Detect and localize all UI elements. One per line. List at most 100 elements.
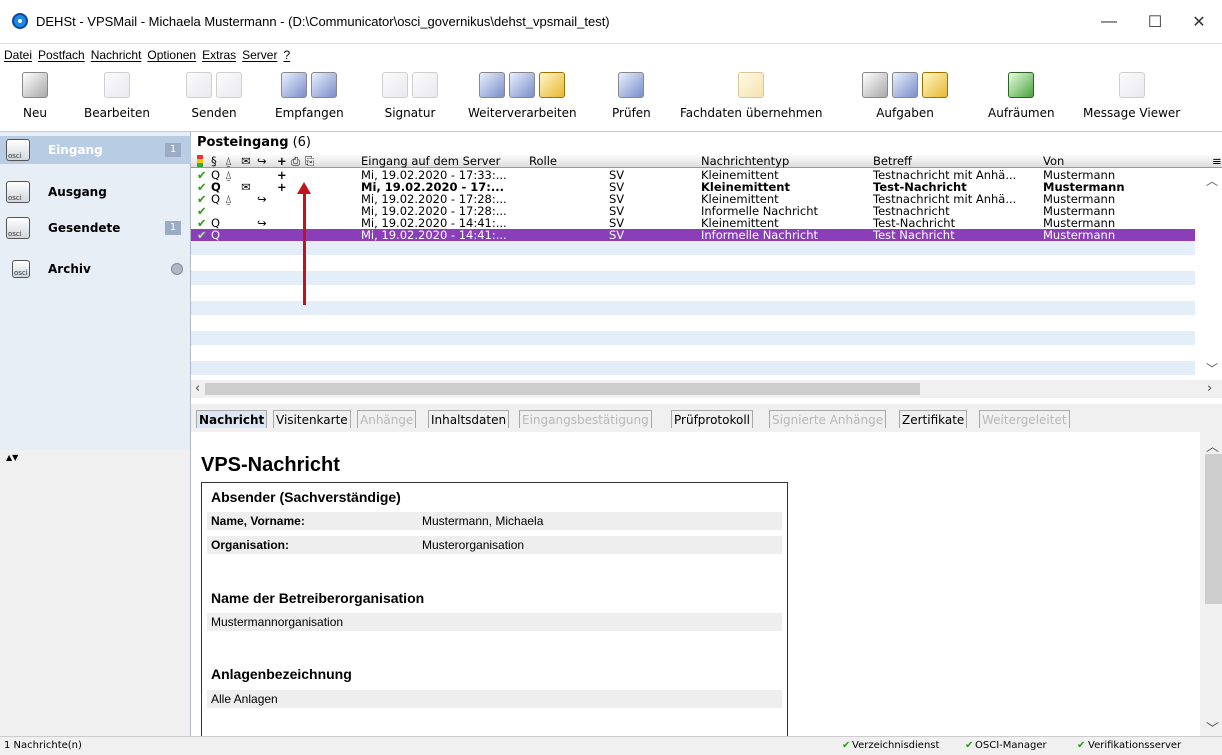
tab-certificates[interactable]: Zertifikate	[899, 410, 968, 428]
detail-tabs: Nachricht Visitenkarte Anhänge Inhaltsda…	[191, 404, 1222, 432]
operator-row: Mustermannorganisation	[207, 613, 782, 631]
splitter-toggle-icon[interactable]: ▲▼	[6, 453, 18, 462]
col-type[interactable]: Nachrichtentyp	[701, 154, 789, 168]
empty-row	[191, 331, 1195, 345]
col-paragraph[interactable]: §	[211, 154, 217, 168]
receive-button[interactable]: Empfangen	[275, 68, 344, 130]
annotation-arrow	[303, 192, 306, 305]
nav-inbox-label: Eingang	[48, 143, 103, 157]
message-list-panel: Posteingang (6) § ⍙ ✉ ↪ + ⎙ ⎘ Eingang auf…	[191, 132, 1222, 404]
scroll-left-icon[interactable]: ‹	[195, 381, 200, 396]
tab-content-data[interactable]: Inhaltsdaten	[428, 410, 510, 428]
import-data-button[interactable]: Fachdaten übernehmen	[680, 68, 822, 130]
status-column-icon[interactable]	[197, 155, 203, 167]
detail-vertical-scrollbar[interactable]: ︿ ﹀	[1200, 432, 1222, 736]
verification-status: Verifikationsserver	[1088, 740, 1182, 751]
send-button[interactable]: Senden	[186, 68, 242, 130]
quality-flag: Q	[211, 228, 221, 242]
detail-scroll-down-icon[interactable]: ﹀	[1206, 718, 1219, 736]
col-forward-icon[interactable]: ↪	[257, 154, 267, 168]
col-from[interactable]: Von	[1043, 154, 1064, 168]
tab-signed-attachments[interactable]: Signierte Anhänge	[769, 410, 887, 428]
signature-button[interactable]: Signatur	[382, 68, 438, 130]
scroll-right-icon[interactable]: ›	[1207, 381, 1212, 396]
nav-archive-label: Archiv	[48, 262, 91, 276]
signature-batch-icon	[412, 72, 438, 98]
scroll-down-icon[interactable]: ﹀	[1206, 360, 1218, 377]
import-data-label: Fachdaten übernehmen	[680, 106, 823, 120]
col-print-icon[interactable]: ⎙	[291, 154, 300, 168]
menu-help[interactable]: ?	[283, 48, 290, 62]
detail-heading: VPS-Nachricht	[201, 454, 340, 476]
scroll-up-icon[interactable]: ︿	[1206, 172, 1218, 189]
tab-message[interactable]: Nachricht	[196, 410, 268, 428]
menu-postfach[interactable]: Postfach	[38, 48, 85, 62]
col-received[interactable]: Eingang auf dem Server	[361, 154, 500, 168]
nav-inbox[interactable]: Eingang 1	[0, 136, 191, 164]
tab-forwarded[interactable]: Weitergeleitet	[979, 410, 1070, 428]
col-envelope-icon[interactable]: ✉	[241, 154, 251, 168]
outbox-icon	[6, 181, 30, 203]
sender-section-title: Absender (Sachverständige)	[211, 489, 401, 505]
tab-receipt[interactable]: Eingangsbestätigung	[519, 410, 652, 428]
app-icon[interactable]	[12, 13, 28, 29]
menu-optionen[interactable]: Optionen	[147, 48, 196, 62]
attachment-icon: ⍙	[225, 168, 232, 182]
import-data-icon	[738, 72, 765, 98]
title-bar: DEHSt - VPSMail - Michaela Mustermann - …	[0, 0, 1222, 44]
col-subject[interactable]: Betreff	[873, 154, 912, 168]
minimize-button[interactable]: —	[1086, 0, 1132, 44]
close-button[interactable]: ✕	[1176, 0, 1222, 44]
col-attachment-icon[interactable]: ⍙	[225, 154, 232, 168]
directory-status: Verzeichnisdienst	[852, 740, 940, 751]
cleanup-button[interactable]: Aufräumen	[988, 68, 1055, 130]
folder-icon	[539, 72, 566, 98]
maximize-button[interactable]: ☐	[1132, 0, 1178, 44]
sent-icon	[6, 217, 30, 239]
nav-outbox[interactable]: Ausgang	[0, 178, 191, 206]
edit-button[interactable]: Bearbeiten	[84, 68, 150, 130]
menu-extras[interactable]: Extras	[202, 48, 236, 62]
subject: Test Nachricht	[873, 228, 955, 242]
verify-button[interactable]: Prüfen	[612, 68, 651, 130]
inbox-count-badge: 1	[165, 143, 181, 157]
table-row-selected[interactable]: ✔ Q Mi, 19.02.2020 - 14:41:... SV Inform…	[191, 229, 1195, 241]
operator-section-title: Name der Betreiberorganisation	[211, 590, 425, 606]
tab-verification-log[interactable]: Prüfprotokoll	[671, 410, 753, 428]
expand-archive-icon[interactable]	[171, 263, 183, 275]
nav-sent[interactable]: Gesendete 1	[0, 214, 191, 242]
signature-label: Signatur	[384, 106, 436, 120]
message-viewer-label: Message Viewer	[1083, 106, 1181, 120]
nav-archive[interactable]: Archiv	[0, 255, 191, 283]
new-button[interactable]: Neu	[22, 68, 48, 130]
menu-bar: Datei Postfach Nachricht Optionen Extras…	[0, 44, 1222, 66]
operator-value: Mustermannorganisation	[211, 615, 344, 629]
column-chooser[interactable]: ≡	[1209, 154, 1222, 168]
tab-business-card[interactable]: Visitenkarte	[273, 410, 351, 428]
detail-scroll-up-icon[interactable]: ︿	[1206, 436, 1219, 455]
message-viewer-button[interactable]: Message Viewer	[1083, 68, 1180, 130]
menu-datei[interactable]: Datei	[4, 48, 32, 62]
horizontal-scroll-thumb[interactable]	[205, 383, 920, 395]
list-vertical-scrollbar[interactable]: ︿ ﹀	[1204, 168, 1222, 380]
detail-scroll-thumb[interactable]	[1205, 454, 1222, 604]
forward-button[interactable]: Weiterverarbeiten	[468, 68, 577, 130]
toolbar: Neu Bearbeiten Senden Empfangen Signatur…	[0, 66, 1222, 132]
tasks-button[interactable]: Aufgaben	[862, 68, 948, 130]
menu-nachricht[interactable]: Nachricht	[91, 48, 142, 62]
list-horizontal-scrollbar[interactable]: ‹ ›	[191, 380, 1222, 398]
quality-flag: Q	[211, 192, 221, 206]
receive-label: Empfangen	[275, 106, 344, 120]
list-title: Posteingang (6)	[197, 135, 311, 150]
sent-count-badge: 1	[165, 221, 181, 235]
col-role[interactable]: Rolle	[529, 154, 557, 168]
col-plus[interactable]: +	[277, 154, 287, 168]
new-label: Neu	[23, 106, 47, 120]
tasks-icon	[892, 72, 918, 98]
menu-server[interactable]: Server	[242, 48, 277, 62]
magnifier-icon	[1118, 72, 1145, 98]
tab-attachments[interactable]: Anhänge	[357, 410, 417, 428]
message-detail: VPS-Nachricht Absender (Sachverständige)…	[191, 432, 1222, 736]
empty-row	[191, 361, 1195, 375]
col-export-icon[interactable]: ⎘	[305, 154, 314, 168]
